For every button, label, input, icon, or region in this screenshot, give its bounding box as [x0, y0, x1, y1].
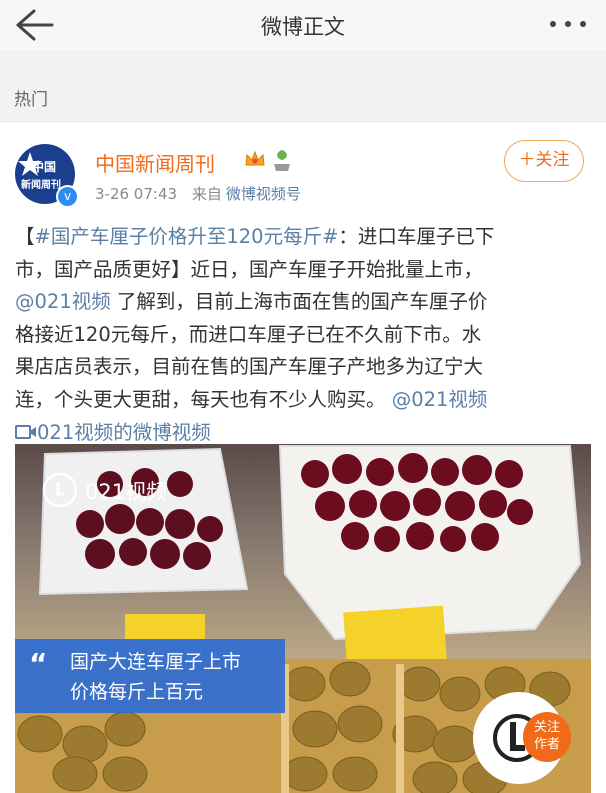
text-segment: 连，个头更大更甜，每天也有不少人购买。 [15, 387, 392, 411]
text-segment: ：进口车厘子已下 [338, 225, 495, 248]
follow-button[interactable]: ＋关注 [504, 140, 584, 182]
hot-label: 热门 [14, 90, 48, 110]
price-tag-left [125, 614, 205, 640]
video-camera-icon [15, 424, 36, 439]
follow-author-button[interactable]: 关注 作者 [523, 712, 571, 762]
source-link[interactable]: 微博视频号 [226, 185, 301, 203]
text-segment: 了解到，目前上海市面在售的国产车厘子价 [110, 290, 488, 314]
text-bracket: 【 [15, 225, 35, 248]
follow-author-line-1: 关注 [533, 720, 560, 735]
avatar-text-2: 新闻周刊 [21, 180, 61, 191]
caption-line-2: 价格每斤上百元 [70, 681, 204, 703]
verified-badge-icon: v [56, 185, 79, 208]
page-title: 微博正文 [261, 15, 345, 39]
mention-link[interactable]: @021视频 [392, 388, 488, 411]
video-watermark: 021视频 [85, 480, 168, 504]
text-line: 市，国产品质更好】近日，国产车厘子开始批量上市， [15, 257, 484, 281]
video-source-text: 021视频的微博视频 [37, 420, 211, 444]
post-meta: 3-26 07:43 来自 微博视频号 [95, 183, 301, 204]
author-name[interactable]: 中国新闻周刊 [95, 148, 215, 177]
post-text: 【#国产车厘子价格升至120元每斤#：进口车厘子已下 市，国产品质更好】近日，国… [15, 221, 591, 449]
text-line: 格接近120元每斤，而进口车厘子已在不久前下市。水 [15, 322, 482, 346]
source-prefix: 来自 [191, 185, 222, 203]
video-player[interactable]: 021视频 “ 国产大连车厘子上市 价格每斤上百元 关注 作者 [15, 444, 591, 793]
mention-link[interactable]: @021视频 [15, 290, 111, 313]
topic-link[interactable]: #国产车厘子价格升至120元每斤# [35, 225, 339, 248]
price-tag-right [343, 605, 447, 668]
more-icon[interactable] [548, 12, 588, 36]
caption-line-1: 国产大连车厘子上市 [70, 651, 242, 673]
follow-author-line-2: 作者 [533, 737, 560, 752]
post-time: 3-26 07:43 [95, 185, 178, 203]
text-line: 果店店员表示，目前在售的国产车厘子产地多为辽宁大 [15, 355, 484, 379]
plant-icon [274, 150, 290, 171]
quote-icon: “ [29, 647, 48, 680]
video-logo-icon [42, 472, 78, 508]
crown-icon [245, 150, 265, 166]
avatar-text-1: 中国 [32, 160, 57, 174]
video-caption: “ 国产大连车厘子上市 价格每斤上百元 [15, 639, 285, 713]
post-card: 中国 新闻周刊 v 中国新闻周刊 3-26 07:43 来自 微博视频号 ＋关注 … [0, 122, 606, 793]
nav-bar: 微博正文 [0, 0, 606, 50]
section-header: 热门 [0, 50, 606, 122]
